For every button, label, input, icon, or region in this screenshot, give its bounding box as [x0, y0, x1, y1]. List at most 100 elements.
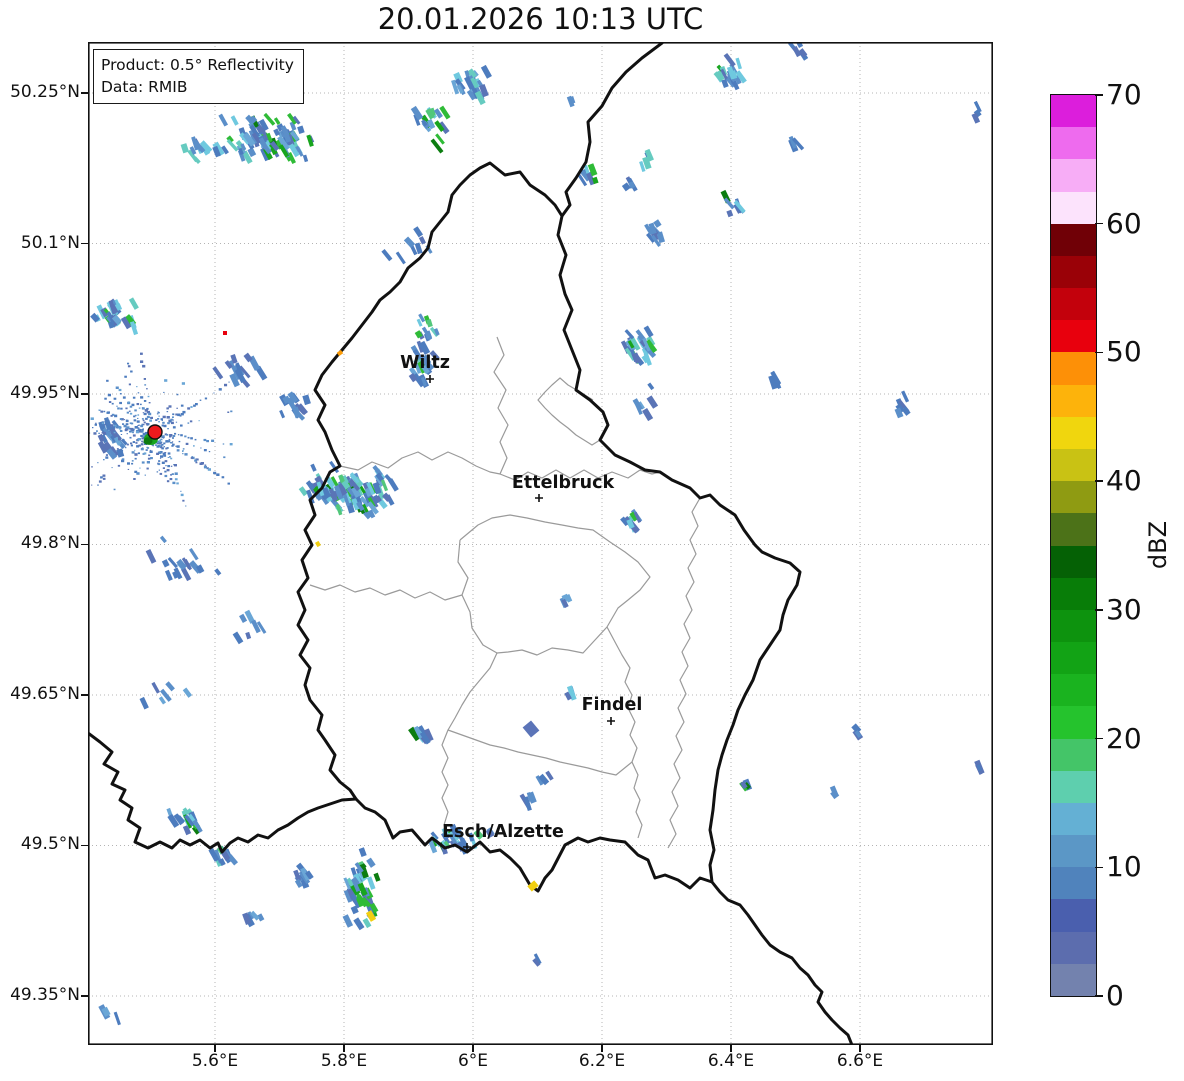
- clutter-dot: [162, 467, 165, 469]
- clutter-dot: [160, 455, 164, 458]
- colorbar-segment: [1051, 898, 1096, 932]
- clutter-dot: [204, 464, 207, 466]
- clutter-dot: [141, 440, 143, 443]
- clutter-dot: [128, 383, 131, 386]
- colorbar-segment: [1051, 223, 1096, 256]
- clutter-dot: [143, 421, 146, 424]
- clutter-dot: [132, 434, 136, 437]
- colorbar-segment: [1051, 738, 1096, 771]
- lon-tick-label: 5.6°E: [191, 1051, 239, 1071]
- clutter-dot: [158, 440, 161, 443]
- lat-tick-label: 49.8°N: [20, 533, 80, 554]
- clutter-dot: [172, 441, 174, 443]
- lon-tick-mark: [214, 1045, 216, 1052]
- clutter-dot: [107, 411, 110, 414]
- clutter-dot: [189, 420, 193, 423]
- lon-tick-mark: [472, 1045, 474, 1052]
- clutter-dot: [103, 459, 105, 461]
- lat-tick-label: 49.65°N: [10, 683, 80, 704]
- clutter-dot: [130, 370, 133, 373]
- colorbar-segment: [1051, 512, 1096, 546]
- lat-tick-mark: [81, 393, 88, 395]
- clutter-dot: [145, 449, 148, 451]
- clutter-dot: [120, 449, 124, 452]
- clutter-dot: [124, 375, 127, 378]
- clutter-dot: [146, 388, 148, 390]
- clutter-dot: [229, 443, 233, 446]
- clutter-dot: [96, 430, 98, 432]
- colorbar-tick-label: 40: [1106, 464, 1142, 498]
- clutter-dot: [142, 364, 146, 368]
- lon-tick-mark: [601, 1045, 603, 1052]
- lat-tick-label: 49.95°N: [10, 383, 80, 403]
- colorbar-tick-mark: [1095, 94, 1103, 96]
- clutter-dot: [106, 379, 109, 382]
- clutter-dot: [108, 401, 112, 403]
- clutter-dot: [175, 445, 177, 447]
- clutter-dot: [150, 457, 153, 460]
- product-line: Product: 0.5° Reflectivity: [101, 56, 294, 74]
- clutter-dot: [165, 447, 168, 450]
- colorbar-segment: [1051, 609, 1096, 643]
- clutter-dot: [172, 481, 176, 485]
- clutter-dot: [135, 430, 140, 434]
- clutter-dot: [140, 434, 143, 437]
- clutter-dot: [167, 428, 169, 430]
- clutter-dot: [91, 466, 93, 468]
- colorbar-segment: [1051, 255, 1096, 289]
- clutter-dot: [203, 438, 207, 442]
- clutter-dot: [157, 463, 161, 466]
- clutter-dot: [190, 457, 193, 459]
- clutter-dot: [117, 407, 120, 410]
- clutter-dot: [157, 411, 160, 413]
- clutter-dot: [98, 480, 102, 483]
- lon-tick-mark: [343, 1045, 345, 1052]
- clutter-dot: [168, 405, 172, 408]
- clutter-dot: [127, 362, 130, 365]
- clutter-dot: [147, 416, 150, 419]
- clutter-dot: [137, 428, 140, 430]
- clutter-dot: [164, 474, 168, 478]
- clutter-dot: [174, 432, 177, 435]
- clutter-dot: [176, 393, 179, 396]
- clutter-dot: [140, 424, 144, 428]
- clutter-dot: [185, 442, 189, 445]
- clutter-dot: [139, 467, 141, 469]
- clutter-dot: [149, 450, 153, 453]
- clutter-dot: [122, 423, 125, 425]
- clutter-dot: [144, 384, 147, 386]
- clutter-dot: [143, 400, 147, 402]
- lat-tick-mark: [81, 995, 88, 997]
- clutter-dot: [166, 469, 170, 472]
- clutter-dot: [119, 418, 123, 420]
- clutter-dot: [187, 422, 190, 424]
- lon-tick-label: 5.8°E: [320, 1051, 368, 1071]
- clutter-dot: [163, 442, 166, 445]
- city-label-esch-alzette: Esch/Alzette: [442, 822, 564, 842]
- clutter-dot: [95, 422, 97, 424]
- clutter-dot: [156, 413, 159, 415]
- clutter-dot: [164, 452, 167, 454]
- clutter-dot: [159, 451, 162, 454]
- colorbar-segment: [1051, 641, 1096, 675]
- clutter-dot: [156, 452, 159, 455]
- clutter-dot: [163, 446, 165, 448]
- clutter-dot: [162, 435, 165, 438]
- clutter-dot: [222, 443, 225, 445]
- clutter-dot: [105, 456, 109, 459]
- clutter-dot: [172, 413, 175, 416]
- clutter-dot: [130, 442, 133, 445]
- lon-tick-mark: [730, 1045, 732, 1052]
- clutter-dot: [213, 471, 217, 475]
- clutter-dot: [117, 464, 121, 467]
- clutter-dot: [149, 419, 152, 422]
- colorbar-segment: [1051, 384, 1096, 417]
- clutter-dot: [129, 430, 131, 433]
- lon-tick-label: 6.2°E: [578, 1051, 626, 1071]
- clutter-dot: [105, 425, 108, 427]
- clutter-dot: [147, 447, 150, 449]
- clutter-dot: [174, 464, 177, 467]
- radar-map-canvas[interactable]: Wiltz Ettelbruck Findel Esch/Alzette: [88, 42, 993, 1045]
- colorbar-segment: [1051, 351, 1096, 385]
- clutter-dot: [203, 465, 207, 469]
